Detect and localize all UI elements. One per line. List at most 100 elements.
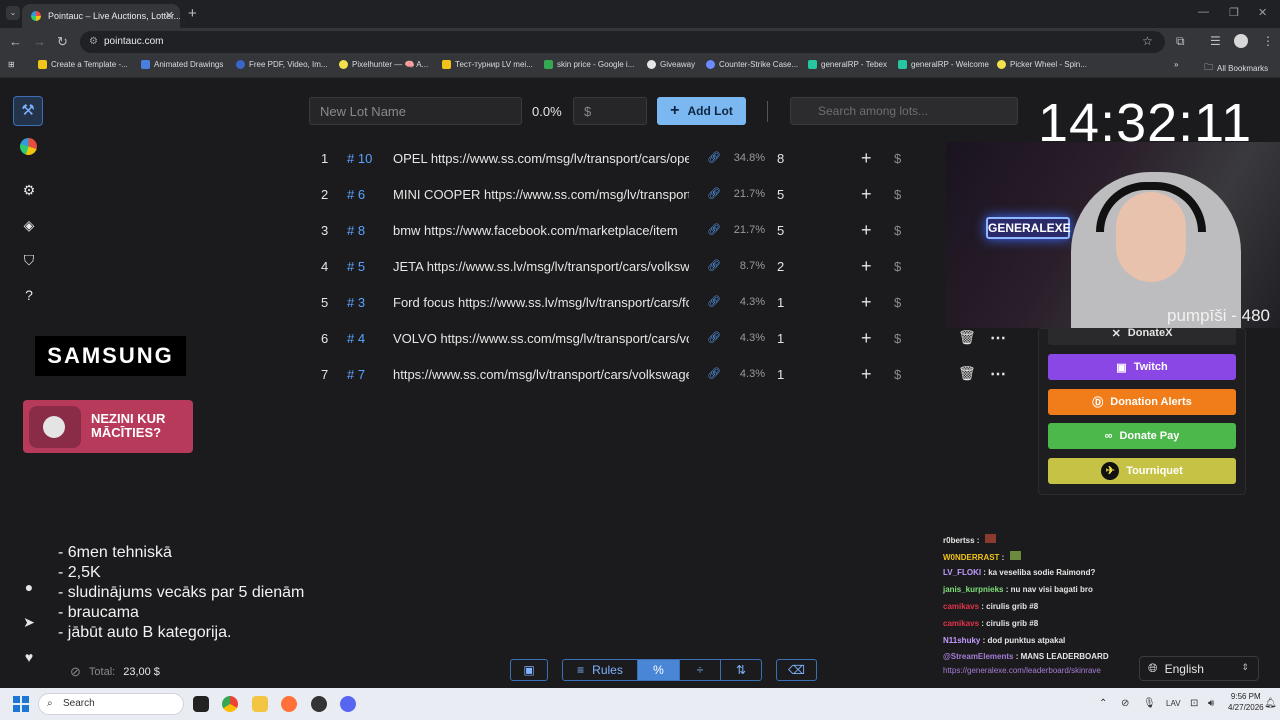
tab-list-button[interactable]: ⌄ bbox=[6, 6, 20, 20]
lot-amount[interactable]: 5 bbox=[777, 187, 784, 202]
new-tab-button[interactable]: + bbox=[188, 5, 197, 22]
layers-icon[interactable]: ◈ bbox=[20, 216, 38, 234]
bookmark-item[interactable]: generalRP - Tebex bbox=[808, 60, 887, 69]
settings-gear-icon[interactable]: ⚙ bbox=[20, 181, 38, 199]
volume-icon[interactable]: 🔊︎ bbox=[1208, 698, 1214, 709]
minimize-icon[interactable]: — bbox=[1198, 6, 1209, 18]
lot-name[interactable]: OPEL https://www.ss.com/msg/lv/transport… bbox=[393, 151, 689, 166]
donate-pay-button[interactable]: ∞ Donate Pay bbox=[1048, 423, 1236, 449]
lot-name[interactable]: Ford focus https://www.ss.lv/msg/lv/tran… bbox=[393, 295, 689, 310]
link-icon[interactable]: 🔗︎ bbox=[707, 331, 721, 344]
restore-icon[interactable]: ❐ bbox=[1229, 6, 1239, 19]
dollar-icon[interactable]: $ bbox=[894, 223, 901, 238]
dollar-icon[interactable]: $ bbox=[894, 151, 901, 166]
close-tab-icon[interactable]: ✕ bbox=[165, 9, 174, 22]
bookmark-item[interactable]: Giveaway bbox=[647, 60, 695, 69]
donation-alerts-button[interactable]: Ⓓ Donation Alerts bbox=[1048, 389, 1236, 415]
menu-icon[interactable]: ⋮ bbox=[1262, 34, 1274, 48]
bookmark-item[interactable]: Тест-турнир LV mei... bbox=[442, 60, 533, 69]
lot-amount[interactable]: 5 bbox=[777, 223, 784, 238]
new-lot-name-input[interactable] bbox=[309, 97, 522, 125]
wifi-off-icon[interactable]: ⊘ bbox=[1121, 698, 1129, 709]
close-window-icon[interactable]: ✕ bbox=[1258, 6, 1267, 19]
hide-eye-icon[interactable]: ⊘ bbox=[70, 664, 81, 680]
obs-icon[interactable] bbox=[311, 696, 327, 712]
more-bookmarks-icon[interactable]: » bbox=[1174, 60, 1178, 69]
lot-amount[interactable]: 2 bbox=[777, 259, 784, 274]
link-icon[interactable]: 🔗︎ bbox=[707, 295, 721, 308]
link-icon[interactable]: 🔗︎ bbox=[707, 151, 721, 164]
dollar-icon[interactable]: $ bbox=[894, 295, 901, 310]
link-icon[interactable]: 🔗︎ bbox=[707, 187, 721, 200]
add-amount-icon[interactable]: + bbox=[861, 364, 872, 385]
bookmark-item[interactable]: Pixelhunter — 🧠 A... bbox=[339, 60, 428, 69]
taskbar-clock[interactable]: 9:56 PM 4/27/2026 bbox=[1228, 691, 1264, 713]
search-lots-input[interactable] bbox=[790, 97, 1018, 125]
lot-name[interactable]: JETA https://www.ss.lv/msg/lv/transport/… bbox=[393, 259, 689, 274]
bookmark-item[interactable]: Picker Wheel - Spin... bbox=[997, 60, 1087, 69]
more-options-icon[interactable]: ⋯ bbox=[990, 364, 1006, 384]
twitch-button[interactable]: ▣ Twitch bbox=[1048, 354, 1236, 380]
divide-toggle[interactable]: ÷ bbox=[679, 659, 721, 681]
delete-lot-icon[interactable]: 🗑︎ bbox=[958, 365, 976, 382]
notification-bell-icon[interactable]: 🔔︎ bbox=[1264, 698, 1277, 709]
profile-avatar[interactable] bbox=[1234, 34, 1248, 48]
new-lot-amount-input[interactable] bbox=[573, 97, 647, 125]
microphone-icon[interactable]: 🎙︎ bbox=[1143, 698, 1156, 709]
dollar-icon[interactable]: $ bbox=[894, 331, 901, 346]
percent-toggle[interactable]: % bbox=[637, 659, 680, 681]
bookmark-item[interactable]: generalRP - Welcome bbox=[898, 60, 989, 69]
discord-icon[interactable] bbox=[340, 696, 356, 712]
sort-button[interactable]: ⇅ bbox=[720, 659, 762, 681]
bookmark-item[interactable]: skin price - Google i... bbox=[544, 60, 634, 69]
tourniquet-button[interactable]: ✈ Tourniquet bbox=[1048, 458, 1236, 484]
network-icon[interactable]: ⊡ bbox=[1190, 698, 1198, 709]
bookmark-item[interactable]: Free PDF, Video, Im... bbox=[236, 60, 328, 69]
lot-name[interactable]: https://www.ss.com/msg/lv/transport/cars… bbox=[393, 367, 689, 382]
dollar-icon[interactable]: $ bbox=[894, 259, 901, 274]
chrome-icon[interactable] bbox=[222, 696, 238, 712]
forward-icon[interactable]: → bbox=[33, 34, 46, 49]
dollar-icon[interactable]: $ bbox=[894, 367, 901, 382]
site-info-icon[interactable]: ⚙ bbox=[89, 31, 98, 53]
add-lot-button[interactable]: + Add Lot bbox=[657, 97, 746, 125]
more-options-icon[interactable]: ⋯ bbox=[990, 328, 1006, 348]
bookmark-star-icon[interactable]: ☆ bbox=[1142, 34, 1153, 48]
input-language[interactable]: LAV bbox=[1166, 699, 1181, 708]
github-icon[interactable]: ● bbox=[20, 578, 38, 596]
lot-amount[interactable]: 1 bbox=[777, 295, 784, 310]
add-amount-icon[interactable]: + bbox=[861, 292, 872, 313]
lot-name[interactable]: VOLVO https://www.ss.com/msg/lv/transpor… bbox=[393, 331, 689, 346]
back-icon[interactable]: ← bbox=[9, 34, 22, 49]
donate-hand-icon[interactable]: ♥ bbox=[20, 648, 38, 666]
bookmark-item[interactable]: Animated Drawings bbox=[141, 60, 223, 69]
lot-amount[interactable]: 8 bbox=[777, 151, 784, 166]
dollar-icon[interactable]: $ bbox=[894, 187, 901, 202]
delete-lot-icon[interactable]: 🗑︎ bbox=[958, 329, 976, 346]
lot-name[interactable]: MINI COOPER https://www.ss.com/msg/lv/tr… bbox=[393, 187, 689, 202]
reload-icon[interactable]: ↻ bbox=[57, 34, 68, 50]
reading-list-icon[interactable]: ☰ bbox=[1210, 34, 1221, 48]
telegram-icon[interactable]: ➤ bbox=[20, 613, 38, 631]
lot-amount[interactable]: 1 bbox=[777, 367, 784, 382]
task-view-icon[interactable] bbox=[193, 696, 209, 712]
bookmark-item[interactable]: Counter-Strike Case... bbox=[706, 60, 798, 69]
language-select[interactable]: 🌐︎ English ⇕ bbox=[1139, 656, 1259, 681]
save-button[interactable]: ▣ bbox=[510, 659, 548, 681]
tray-chevron-icon[interactable]: ⌃ bbox=[1099, 698, 1107, 709]
chat-link[interactable]: https://generalexe.com/leaderboard/skinr… bbox=[943, 666, 1101, 675]
help-icon[interactable]: ? bbox=[20, 286, 38, 304]
shield-icon[interactable]: ⛉ bbox=[20, 251, 38, 269]
firefox-icon[interactable] bbox=[281, 696, 297, 712]
browser-tab[interactable]: Pointauc – Live Auctions, Lotter... ✕ bbox=[22, 4, 180, 28]
windows-start-icon[interactable] bbox=[13, 696, 29, 712]
link-icon[interactable]: 🔗︎ bbox=[707, 223, 721, 236]
rules-button[interactable]: ≡ Rules bbox=[562, 659, 638, 681]
extensions-icon[interactable]: ⧉ bbox=[1176, 34, 1185, 49]
auction-gavel-icon[interactable]: ⚒ bbox=[13, 96, 43, 126]
all-bookmarks-folder[interactable]: 🗀 All Bookmarks bbox=[1204, 60, 1268, 76]
lot-amount[interactable]: 1 bbox=[777, 331, 784, 346]
bookmark-item[interactable]: Create a Template -... bbox=[38, 60, 128, 69]
file-explorer-icon[interactable] bbox=[252, 696, 268, 712]
lot-name[interactable]: bmw https://www.facebook.com/marketplace… bbox=[393, 223, 689, 238]
